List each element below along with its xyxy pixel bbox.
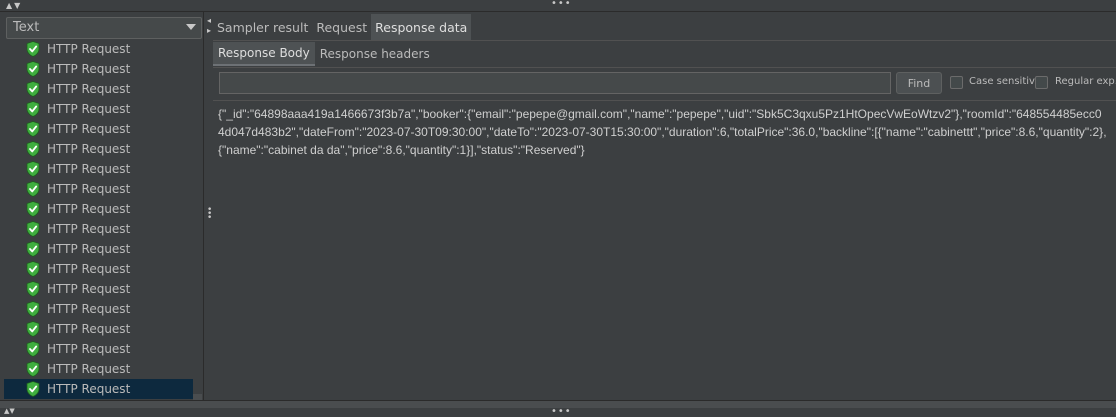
response-body-area[interactable]: {"_id":"64898aaa419a1466673f3b7a","booke… xyxy=(213,100,1116,400)
shield-check-icon xyxy=(26,321,40,337)
tree-item-label: HTTP Request xyxy=(47,262,131,276)
tree-item-label: HTTP Request xyxy=(47,342,131,356)
tree-item-label: HTTP Request xyxy=(47,242,131,256)
tree-item-http-request[interactable]: HTTP Request xyxy=(4,299,203,319)
subtab-response-headers[interactable]: Response headers xyxy=(315,42,435,66)
regex-label: Regular exp. xyxy=(1055,76,1116,87)
tree-item-label: HTTP Request xyxy=(47,162,131,176)
tree-item-http-request[interactable]: HTTP Request xyxy=(4,139,203,159)
collapse-left-arrow-icon[interactable]: ◂ xyxy=(207,16,211,25)
vertical-split-divider[interactable]: ◂ ▸ • • • xyxy=(203,12,213,400)
search-bar: Find Case sensitive Regular exp. xyxy=(213,70,1116,96)
tree-item-label: HTTP Request xyxy=(47,42,131,56)
tree-item-label: HTTP Request xyxy=(47,282,131,296)
split-grip-icon[interactable]: ••• xyxy=(551,0,572,9)
tree-item-http-request[interactable]: HTTP Request xyxy=(4,219,203,239)
shield-check-icon xyxy=(26,81,40,97)
search-input[interactable] xyxy=(219,72,891,94)
tree-item-http-request[interactable]: HTTP Request xyxy=(4,379,193,399)
tree-item-label: HTTP Request xyxy=(47,202,131,216)
shield-check-icon xyxy=(26,201,40,217)
results-tree[interactable]: HTTP Request HTTP Request HTTP Request HTTP… xyxy=(4,39,203,400)
tree-item-label: HTTP Request xyxy=(47,222,131,236)
tree-item-http-request[interactable]: HTTP Request xyxy=(4,279,203,299)
shield-check-icon xyxy=(26,181,40,197)
case-sensitive-label: Case sensitive xyxy=(969,76,1042,87)
tree-item-http-request[interactable]: HTTP Request xyxy=(4,59,203,79)
shield-check-icon xyxy=(26,381,40,397)
shield-check-icon xyxy=(26,241,40,257)
subtabs-divider xyxy=(213,67,1116,68)
tree-item-label: HTTP Request xyxy=(47,102,131,116)
collapse-right-arrow-icon[interactable]: ▸ xyxy=(207,26,211,35)
tree-item-http-request[interactable]: HTTP Request xyxy=(4,239,203,259)
tab-sampler-result[interactable]: Sampler result xyxy=(213,14,312,40)
shield-check-icon xyxy=(26,101,40,117)
divider-grip-icon[interactable]: • • • xyxy=(207,206,212,223)
top-split-handle[interactable]: ▲▼ ••• xyxy=(0,0,1116,12)
shield-check-icon xyxy=(26,121,40,137)
tabs-divider xyxy=(213,40,1116,41)
shield-check-icon xyxy=(26,141,40,157)
tree-item-http-request[interactable]: HTTP Request xyxy=(4,319,203,339)
tree-item-label: HTTP Request xyxy=(47,122,131,136)
renderer-select-value: Text xyxy=(13,20,40,35)
shield-check-icon xyxy=(26,161,40,177)
tree-item-http-request[interactable]: HTTP Request xyxy=(4,159,203,179)
tree-item-label: HTTP Request xyxy=(47,62,131,76)
shield-check-icon xyxy=(26,261,40,277)
result-detail-pane: Sampler result Request Response data Respo… xyxy=(213,12,1116,400)
shield-check-icon xyxy=(26,41,40,57)
shield-check-icon xyxy=(26,61,40,77)
tree-item-http-request[interactable]: HTTP Request xyxy=(4,339,203,359)
bottom-split-handle[interactable]: ▲▼ ••• xyxy=(0,400,1116,417)
tree-item-label: HTTP Request xyxy=(47,382,131,396)
shield-check-icon xyxy=(26,361,40,377)
renderer-select[interactable]: Text xyxy=(6,17,202,39)
result-tabs: Sampler result Request Response data xyxy=(213,14,472,40)
tree-item-label: HTTP Request xyxy=(47,182,131,196)
split-grip-icon[interactable]: ••• xyxy=(551,406,572,417)
subtab-response-body[interactable]: Response Body xyxy=(213,42,315,66)
shield-check-icon xyxy=(26,221,40,237)
find-button[interactable]: Find xyxy=(896,72,942,94)
tree-item-http-request[interactable]: HTTP Request xyxy=(4,39,203,59)
shield-check-icon xyxy=(26,301,40,317)
tree-item-http-request[interactable]: HTTP Request xyxy=(4,359,203,379)
tree-item-label: HTTP Request xyxy=(47,302,131,316)
response-subtabs: Response Body Response headers xyxy=(213,42,435,67)
shield-check-icon xyxy=(26,281,40,297)
tab-request[interactable]: Request xyxy=(312,14,371,40)
response-body-text[interactable]: {"_id":"64898aaa419a1466673f3b7a","booke… xyxy=(218,105,1108,159)
shield-check-icon xyxy=(26,341,40,357)
regex-checkbox[interactable] xyxy=(1035,76,1048,89)
tree-item-label: HTTP Request xyxy=(47,362,131,376)
collapse-arrows-icon[interactable]: ▲▼ xyxy=(6,1,22,10)
tree-item-label: HTTP Request xyxy=(47,82,131,96)
tab-response-data[interactable]: Response data xyxy=(371,14,472,40)
tree-item-label: HTTP Request xyxy=(47,142,131,156)
tree-item-http-request[interactable]: HTTP Request xyxy=(4,179,203,199)
case-sensitive-checkbox[interactable] xyxy=(950,76,963,89)
tree-item-http-request[interactable]: HTTP Request xyxy=(4,199,203,219)
collapse-arrows-icon[interactable]: ▲▼ xyxy=(4,407,15,415)
tree-item-label: HTTP Request xyxy=(47,322,131,336)
tree-item-http-request[interactable]: HTTP Request xyxy=(4,79,203,99)
results-tree-pane: Text HTTP Request HTTP Request HTTP Reques… xyxy=(0,12,203,408)
tree-item-http-request[interactable]: HTTP Request xyxy=(4,119,203,139)
chevron-down-icon xyxy=(186,24,196,30)
tree-item-http-request[interactable]: HTTP Request xyxy=(4,99,203,119)
tree-item-http-request[interactable]: HTTP Request xyxy=(4,259,203,279)
